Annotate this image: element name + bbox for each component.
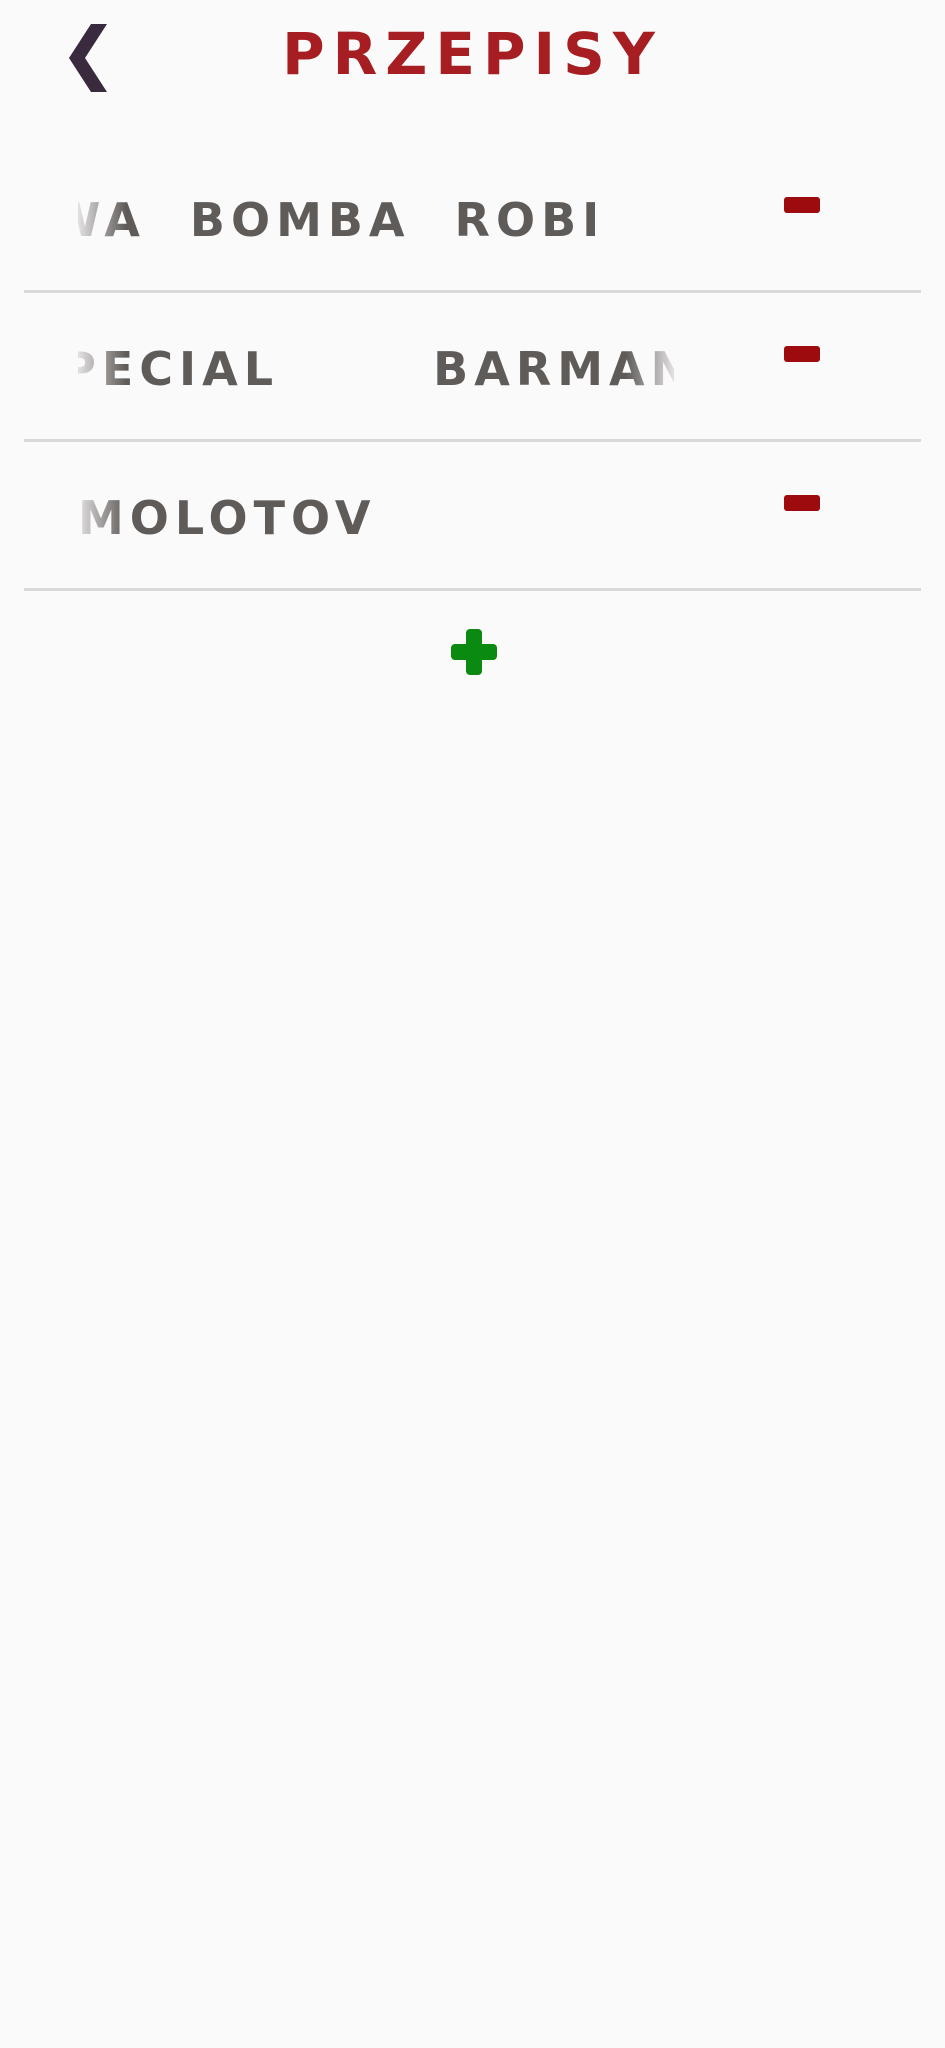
recipe-name-marquee: SPECIAL BARMAN xyxy=(78,329,674,409)
plus-icon-vertical-bar xyxy=(466,629,482,675)
recipe-name-marquee: NOWA BOMBA ROBI xyxy=(78,180,674,260)
minus-icon xyxy=(784,495,820,511)
recipe-name: MOLOTOV xyxy=(78,491,377,545)
remove-recipe-button[interactable] xyxy=(780,339,824,369)
remove-recipe-button[interactable] xyxy=(780,190,824,220)
recipe-row[interactable]: SPECIAL BARMAN xyxy=(24,293,921,442)
recipe-name: SPECIAL BARMAN xyxy=(78,342,674,396)
header: PRZEPISY xyxy=(0,0,945,112)
add-recipe-button[interactable] xyxy=(448,626,500,678)
recipe-list: NOWA BOMBA ROBI SPECIAL BARMAN MOLOTOV xyxy=(24,144,921,591)
minus-icon xyxy=(784,197,820,213)
minus-icon xyxy=(784,346,820,362)
plus-icon xyxy=(451,629,497,675)
recipe-name-marquee: MOLOTOV xyxy=(78,478,674,558)
page-title: PRZEPISY xyxy=(282,20,663,88)
recipe-row[interactable]: MOLOTOV xyxy=(24,442,921,591)
recipe-name: NOWA BOMBA ROBI xyxy=(78,193,606,247)
remove-recipe-button[interactable] xyxy=(780,488,824,518)
recipe-row[interactable]: NOWA BOMBA ROBI xyxy=(24,144,921,293)
